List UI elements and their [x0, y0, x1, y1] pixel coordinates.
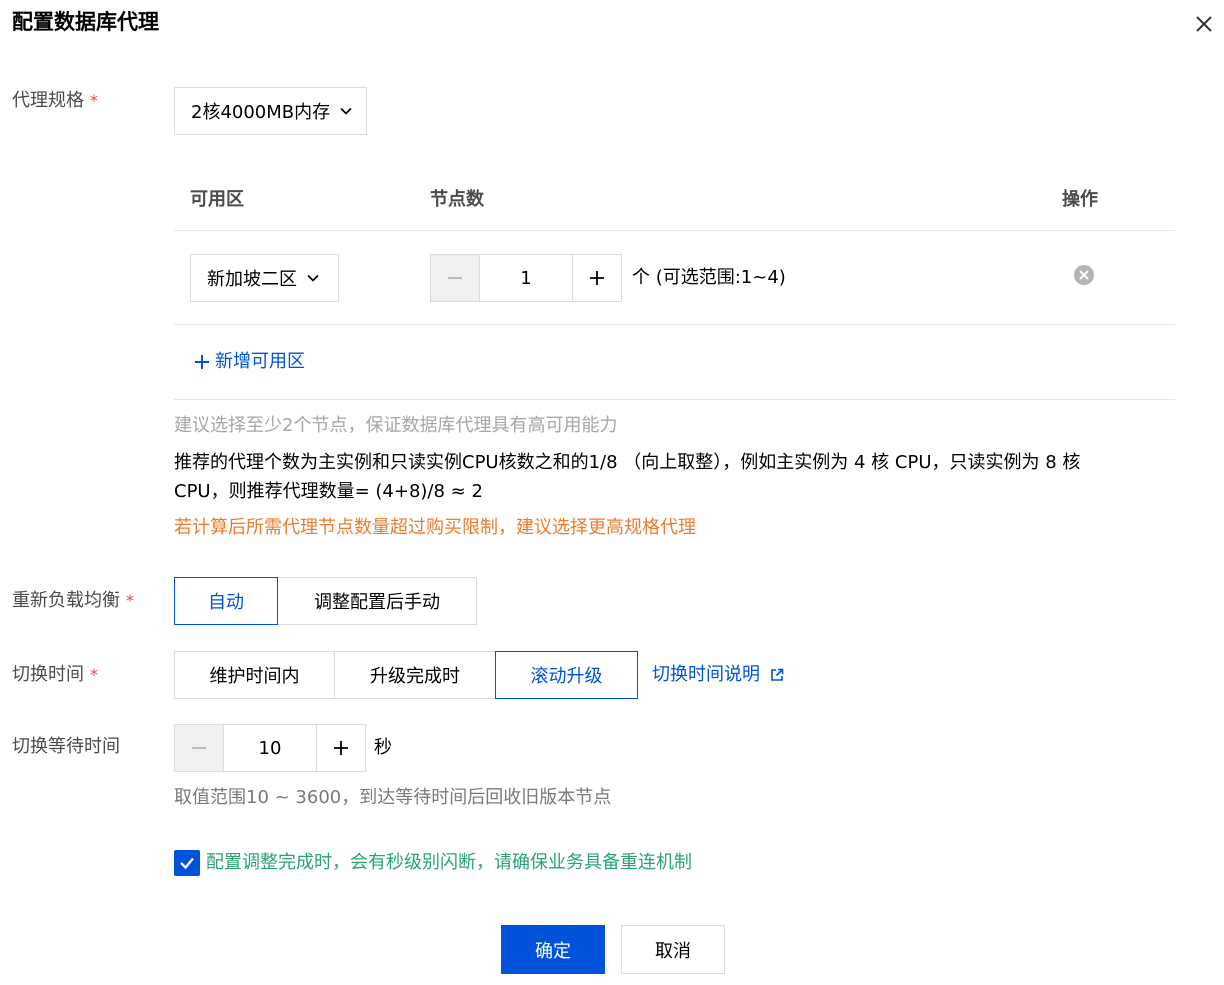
- confirm-checkbox[interactable]: [174, 850, 200, 876]
- add-zone-label: 新增可用区: [215, 351, 305, 372]
- zone-select-value: 新加坡二区: [207, 269, 297, 290]
- decrement-button[interactable]: [431, 255, 479, 301]
- dialog-title: 配置数据库代理: [12, 10, 159, 34]
- add-zone-button[interactable]: 新增可用区: [194, 348, 305, 376]
- node-range-text: 个 (可选范围:1~4): [632, 267, 786, 288]
- increment-button[interactable]: [317, 725, 365, 771]
- increment-button[interactable]: [573, 255, 621, 301]
- confirm-checkbox-text: 配置调整完成时，会有秒级别闪断，请确保业务具备重连机制: [206, 852, 692, 873]
- node-hint: 建议选择至少2个节点，保证数据库代理具有高可用能力: [174, 415, 618, 436]
- column-header-zone: 可用区: [190, 189, 244, 210]
- switch-time-help-link[interactable]: 切换时间说明: [652, 661, 784, 689]
- zone-select[interactable]: 新加坡二区: [190, 254, 339, 302]
- ok-button[interactable]: 确定: [501, 925, 605, 974]
- external-link-icon: [771, 668, 784, 681]
- spec-label-text: 代理规格: [12, 90, 84, 111]
- rebalance-options: 自动 调整配置后手动: [174, 577, 477, 625]
- wait-time-value[interactable]: 10: [223, 725, 317, 771]
- required-mark: *: [90, 665, 98, 684]
- plus-icon: [334, 741, 348, 755]
- switch-time-help-label: 切换时间说明: [652, 664, 760, 685]
- chevron-down-icon: [340, 107, 352, 115]
- plus-icon: [590, 271, 604, 285]
- switch-option-on-complete[interactable]: 升级完成时: [334, 651, 496, 699]
- switch-time-label-text: 切换时间: [12, 664, 84, 685]
- recommend-text-line1: 推荐的代理个数为主实例和只读实例CPU核数之和的1/8 （向上取整），例如主实例…: [174, 452, 1081, 473]
- wait-time-label: 切换等待时间: [12, 736, 120, 757]
- section-divider: [174, 399, 1175, 400]
- minus-icon: [192, 747, 206, 749]
- required-mark: *: [126, 591, 134, 610]
- wait-time-unit: 秒: [374, 737, 392, 758]
- check-icon: [180, 857, 194, 870]
- cancel-button[interactable]: 取消: [621, 925, 725, 974]
- rebalance-option-auto[interactable]: 自动: [174, 577, 278, 625]
- column-header-nodes: 节点数: [430, 189, 484, 210]
- recommend-text-line2: CPU，则推荐代理数量= (4+8)/8 ≈ 2: [174, 481, 483, 502]
- switch-option-rolling[interactable]: 滚动升级: [495, 651, 638, 699]
- table-divider: [174, 230, 1175, 231]
- close-icon[interactable]: [1192, 12, 1216, 36]
- rebalance-label-text: 重新负载均衡: [12, 590, 120, 611]
- chevron-down-icon: [307, 274, 319, 282]
- confirm-checkbox-row[interactable]: 配置调整完成时，会有秒级别闪断，请确保业务具备重连机制: [174, 849, 692, 877]
- rebalance-label: 重新负载均衡 *: [12, 588, 134, 614]
- switch-time-label: 切换时间 *: [12, 662, 98, 688]
- required-mark: *: [90, 91, 98, 110]
- wait-time-stepper[interactable]: 10: [174, 724, 366, 772]
- rebalance-option-manual[interactable]: 调整配置后手动: [277, 577, 477, 625]
- remove-zone-icon[interactable]: [1073, 264, 1095, 286]
- spec-select[interactable]: 2核4000MB内存: [174, 87, 367, 135]
- node-count-stepper[interactable]: 1: [430, 254, 622, 302]
- switch-time-options: 维护时间内 升级完成时 滚动升级: [174, 651, 638, 699]
- limit-warning: 若计算后所需代理节点数量超过购买限制，建议选择更高规格代理: [174, 517, 696, 538]
- wait-time-hint: 取值范围10 ~ 3600，到达等待时间后回收旧版本节点: [174, 787, 612, 808]
- node-count-value[interactable]: 1: [479, 255, 573, 301]
- plus-icon: [195, 355, 209, 369]
- switch-option-maintenance[interactable]: 维护时间内: [174, 651, 335, 699]
- spec-label: 代理规格 *: [12, 88, 98, 114]
- minus-icon: [448, 277, 462, 279]
- spec-select-value: 2核4000MB内存: [191, 102, 331, 123]
- column-header-action: 操作: [1062, 189, 1098, 210]
- decrement-button[interactable]: [175, 725, 223, 771]
- row-divider: [174, 324, 1175, 325]
